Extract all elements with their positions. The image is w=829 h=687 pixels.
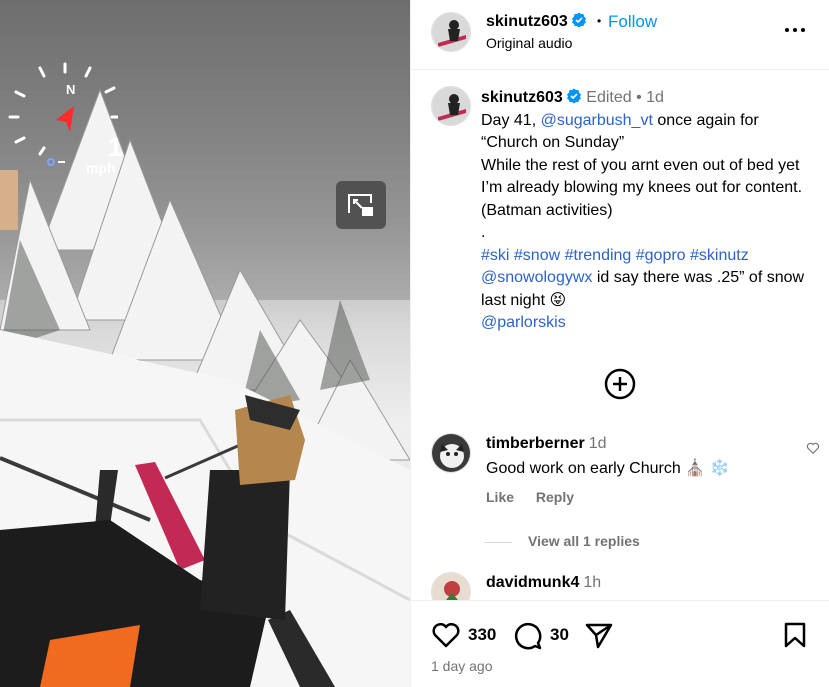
comments-count[interactable]: 30 — [550, 625, 569, 645]
divider-line — [484, 541, 512, 543]
verified-badge-icon — [566, 88, 581, 104]
avatar[interactable] — [431, 12, 471, 52]
caption-line: @snowologywx id say there was .25” of sn… — [481, 267, 821, 312]
reply-button[interactable]: Reply — [536, 489, 574, 505]
bookmark-icon[interactable] — [783, 621, 807, 649]
caption-line: “Church on Sunday” — [481, 134, 625, 151]
comment-icon[interactable] — [513, 621, 543, 651]
comment-time: 1h — [583, 574, 602, 591]
post-footer: 330 30 1 day ago — [411, 600, 829, 687]
view-replies-label[interactable]: View all 1 replies — [528, 533, 640, 549]
speed-value: 1 — [108, 132, 123, 162]
caption-line: . — [481, 224, 486, 241]
plus-circle-icon[interactable] — [604, 368, 636, 400]
likes-count[interactable]: 330 — [468, 625, 496, 645]
separator-dot: • — [597, 14, 602, 28]
compass-north-label: N — [66, 82, 76, 97]
comment-username[interactable]: davidmunk4 1h — [486, 574, 601, 592]
edited-label: Edited — [586, 89, 632, 106]
mention-link[interactable]: @snowologywx — [481, 269, 592, 286]
heart-icon[interactable] — [806, 441, 820, 455]
avatar[interactable] — [431, 433, 471, 473]
comment-body: Good work on early Church — [486, 460, 681, 477]
comment-username-text[interactable]: davidmunk4 — [486, 574, 579, 591]
caption-avatar[interactable] — [431, 86, 471, 126]
more-horizontal-icon[interactable] — [783, 20, 807, 40]
author-username[interactable]: skinutz603 — [486, 12, 587, 31]
mention-link[interactable]: @sugarbush_vt — [541, 112, 653, 129]
post-timestamp: 1 day ago — [431, 658, 493, 674]
caption-meta-row: skinutz603 Edited • 1d — [481, 87, 821, 110]
comment-item: davidmunk4 1h — [431, 572, 811, 612]
video-player[interactable]: N 1 mph — [0, 0, 410, 687]
hashtags-link[interactable]: #ski #snow #trending #gopro #skinutz — [481, 245, 821, 268]
caption-text: Day 41, — [481, 111, 541, 129]
post-side-panel: skinutz603 • Follow Original audio skinu… — [410, 0, 829, 687]
view-replies-button[interactable]: View all 1 replies — [484, 533, 640, 549]
share-icon[interactable] — [584, 621, 614, 649]
caption-line: While the rest of you arnt even out of b… — [481, 156, 803, 219]
caption-text: once again for — [652, 111, 759, 129]
original-audio-link[interactable]: Original audio — [486, 35, 572, 51]
comment-username[interactable]: timberberner 1d — [486, 435, 607, 453]
follow-button[interactable]: Follow — [608, 12, 657, 32]
post-caption: skinutz603 Edited • 1d Day 41, @sugarbus… — [481, 87, 821, 335]
caption-line: Day 41, @sugarbush_vt once again for — [481, 110, 821, 133]
caption-username[interactable]: skinutz603 — [481, 89, 563, 106]
heart-icon[interactable] — [431, 621, 461, 649]
comment-item: timberberner 1d Good work on early Church… — [431, 433, 820, 513]
separator-dot: • — [636, 89, 642, 106]
like-comment-button[interactable]: Like — [486, 489, 514, 505]
picture-in-picture-icon — [348, 194, 373, 216]
church-emoji: ⛪ — [685, 460, 706, 477]
mention-link[interactable]: @parlorskis — [481, 312, 821, 335]
caption-time[interactable]: 1d — [646, 89, 664, 106]
snowflake-emoji: ❄️ — [709, 460, 730, 477]
verified-badge-icon — [571, 12, 586, 28]
laughing-emoji: 😝 — [549, 291, 567, 309]
author-username-text[interactable]: skinutz603 — [486, 13, 568, 30]
comment-time: 1d — [588, 435, 607, 452]
post-header: skinutz603 • Follow Original audio — [411, 0, 829, 70]
comment-actions: Like Reply — [486, 489, 592, 505]
picture-in-picture-button[interactable] — [336, 181, 386, 229]
comment-text: Good work on early Church ⛪ ❄️ — [486, 458, 730, 478]
comment-username-text[interactable]: timberberner — [486, 435, 585, 452]
speed-unit: mph — [86, 160, 116, 176]
speedometer-overlay: N 1 mph — [8, 62, 122, 182]
